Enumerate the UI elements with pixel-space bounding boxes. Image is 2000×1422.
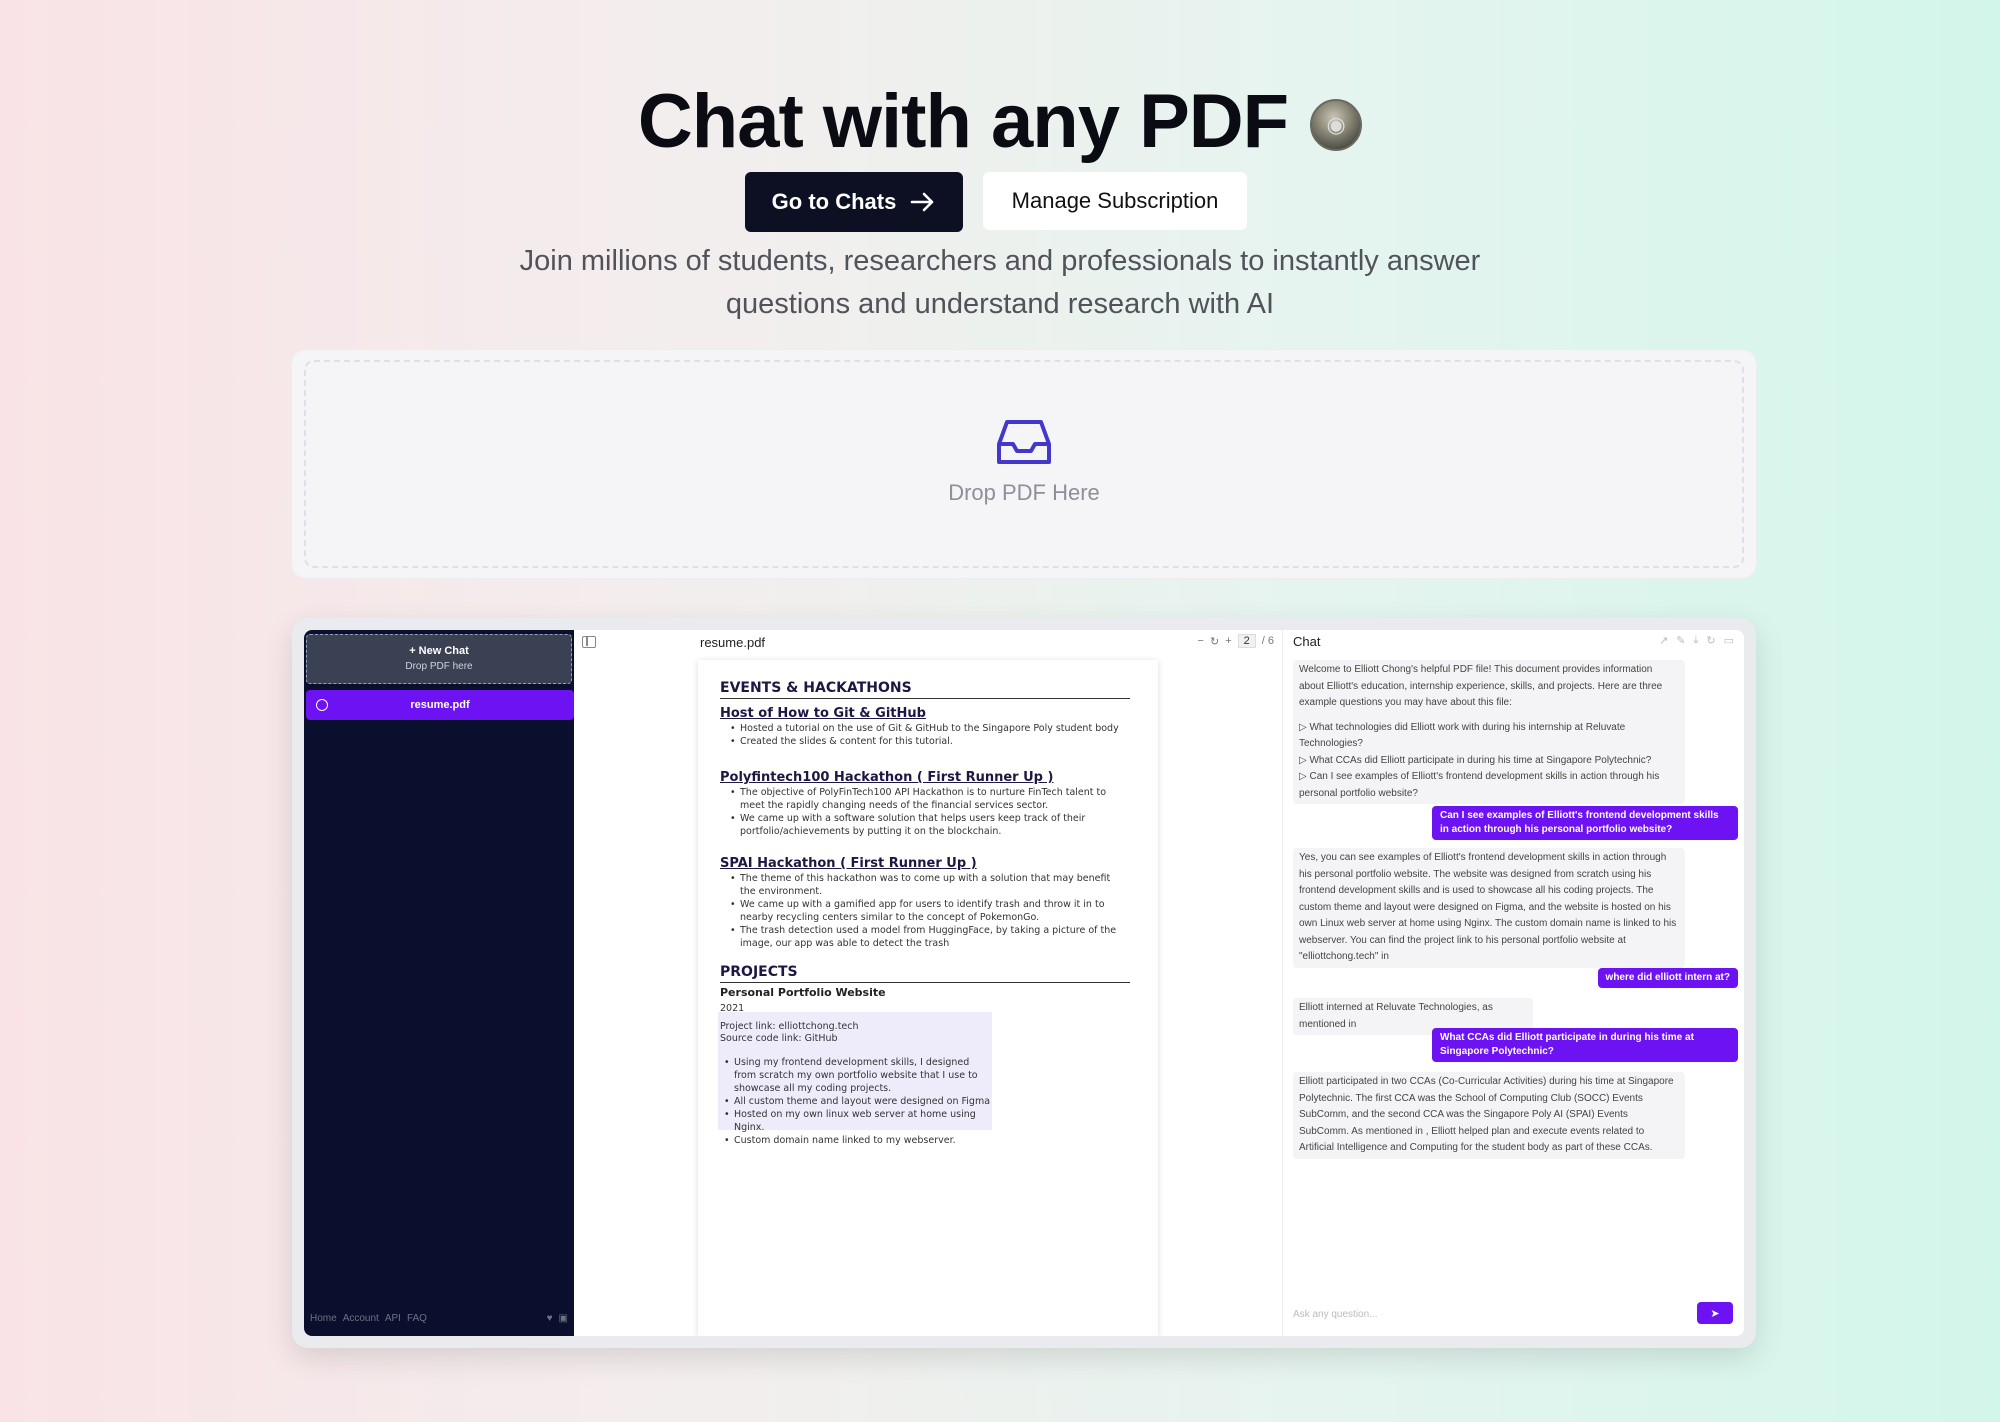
entry-title: SPAI Hackathon ( First Runner Up ) [720,856,977,871]
page-total: / 6 [1261,635,1274,647]
sidebar: + New Chat Drop PDF here resume.pdf Home… [304,630,574,1336]
bullet-item: Custom domain name linked to my webserve… [724,1134,994,1147]
bullet-item: The objective of PolyFinTech100 API Hack… [730,786,1120,812]
new-chat-hint: Drop PDF here [405,661,473,672]
pdf-toolbar: resume.pdf − ↻ + 2 / 6 [574,630,1282,654]
footer-link-home[interactable]: Home [310,1313,337,1324]
zoom-out-icon[interactable]: − [1198,635,1204,647]
message-text: Welcome to Elliott Chong's helpful PDF f… [1299,664,1663,708]
pdf-viewer: resume.pdf − ↻ + 2 / 6 EVENTS & HACKATHO… [574,630,1282,1336]
chat-input[interactable]: Ask any question... ➤ [1293,1302,1733,1326]
rotate-icon[interactable]: ↻ [1210,635,1219,648]
external-link-icon[interactable]: ↗ [1659,634,1668,647]
edit-icon[interactable]: ✎ [1676,634,1685,647]
bullet-item: The theme of this hackathon was to come … [730,872,1120,898]
user-message: where did elliott intern at? [1597,968,1738,988]
avatar[interactable]: ◉ [1310,98,1363,151]
page-title: Chat with any PDF [637,79,1289,164]
sidebar-toggle-icon[interactable] [582,636,596,648]
bullet-item: We came up with a software solution that… [730,812,1120,838]
suggested-question[interactable]: ▷ Can I see examples of Elliott's fronte… [1299,769,1679,802]
sidebar-footer: Home Account API FAQ ♥ ▣ [310,1313,568,1324]
suggested-question[interactable]: ▷ What technologies did Elliott work wit… [1299,720,1679,753]
app-preview: + New Chat Drop PDF here resume.pdf Home… [292,618,1756,1348]
project-title: Personal Portfolio Website [720,986,886,999]
send-button[interactable]: ➤ [1697,1302,1733,1324]
new-chat-label: + New Chat [409,645,469,657]
section-heading-events: EVENTS & HACKATHONS [720,680,1130,699]
go-to-chats-label: Go to Chats [771,189,897,214]
bullet-item: Using my frontend development skills, I … [724,1056,994,1095]
zoom-in-icon[interactable]: + [1225,635,1231,647]
new-chat-button[interactable]: + New Chat Drop PDF here [306,634,572,684]
footer-link-api[interactable]: API [385,1313,401,1324]
page-number-input[interactable]: 2 [1237,634,1256,648]
discord-icon[interactable]: ▣ [559,1313,568,1324]
dropzone-inner[interactable]: Drop PDF Here [304,360,1744,568]
go-to-chats-button[interactable]: Go to Chats [745,172,963,232]
hero-title-row: Chat with any PDF ◉ [0,78,2000,165]
user-message: Can I see examples of Elliott's frontend… [1432,806,1738,840]
bullet-item: Hosted a tutorial on the use of Git & Gi… [730,722,1120,735]
trash-icon[interactable]: ▭ [1724,634,1734,647]
project-bullets: Using my frontend development skills, I … [724,1056,994,1147]
chat-title: Chat [1293,634,1321,649]
bullet-item: All custom theme and layout were designe… [724,1095,994,1108]
bullet-item: We came up with a gamified app for users… [730,898,1120,924]
bullet-item: Hosted on my own linux web server at hom… [724,1108,994,1134]
ai-message: Elliott participated in two CCAs (Co-Cur… [1293,1072,1685,1159]
ai-message: Welcome to Elliott Chong's helpful PDF f… [1293,660,1685,804]
sidebar-chat-item[interactable]: resume.pdf [306,690,574,720]
bullet-item: The trash detection used a model from Hu… [730,924,1120,950]
pdf-dropzone[interactable]: Drop PDF Here [292,350,1756,578]
chat-icon [316,699,328,711]
manage-subscription-button[interactable]: Manage Subscription [983,172,1247,230]
bullet-item: Created the slides & content for this tu… [730,735,1120,748]
chat-actions: ↗ ✎ ⤓ ↻ ▭ [1659,634,1734,647]
arrow-right-icon [911,192,934,212]
inbox-icon [997,420,1051,464]
entry-bullets: The theme of this hackathon was to come … [730,872,1120,950]
pdf-tools: − ↻ + 2 / 6 [1198,634,1274,648]
entry-title: Host of How to Git & GitHub [720,706,926,721]
download-icon[interactable]: ⤓ [1694,634,1699,647]
cta-row: Go to Chats Manage Subscription [0,172,2000,232]
user-message: What CCAs did Elliott participate in dur… [1432,1028,1738,1062]
source-code-link[interactable]: Source code link: GitHub [720,1032,838,1045]
footer-link-faq[interactable]: FAQ [407,1313,427,1324]
hero-subtitle: Join millions of students, researchers a… [519,245,1481,320]
pdf-filename: resume.pdf [700,635,766,650]
footer-link-account[interactable]: Account [343,1313,379,1324]
send-icon: ➤ [1710,1307,1720,1320]
chat-item-label: resume.pdf [410,699,470,711]
chat-pane: Chat ↗ ✎ ⤓ ↻ ▭ Welcome to Elliott Chong'… [1282,630,1744,1336]
pdf-page: EVENTS & HACKATHONS Host of How to Git &… [698,660,1158,1336]
app-window: + New Chat Drop PDF here resume.pdf Home… [304,630,1744,1336]
section-heading-projects: PROJECTS [720,964,1130,983]
chat-input-placeholder: Ask any question... [1293,1308,1378,1320]
entry-bullets: Hosted a tutorial on the use of Git & Gi… [730,722,1120,748]
dropzone-label: Drop PDF Here [948,480,1100,505]
twitter-icon[interactable]: ♥ [547,1313,553,1324]
entry-bullets: The objective of PolyFinTech100 API Hack… [730,786,1120,838]
refresh-icon[interactable]: ↻ [1706,634,1715,647]
entry-title: Polyfintech100 Hackathon ( First Runner … [720,770,1054,785]
ai-message: Yes, you can see examples of Elliott's f… [1293,848,1685,968]
suggested-question[interactable]: ▷ What CCAs did Elliott participate in d… [1299,753,1679,770]
